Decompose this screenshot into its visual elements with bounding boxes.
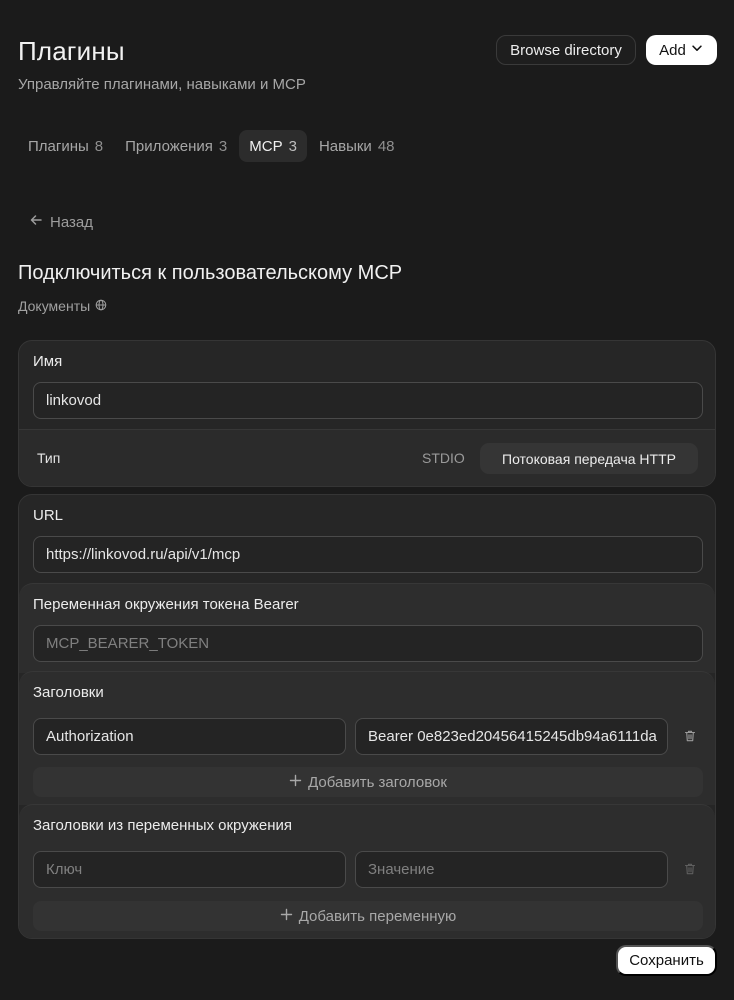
add-header-button[interactable]: Добавить заголовок [33,767,703,797]
bearer-label: Переменная окружения токена Bearer [33,596,299,613]
chevron-down-icon [690,41,704,59]
connection-card: URL https://linkovod.ru/api/v1/mcp Перем… [18,494,716,939]
env-headers-section: Заголовки из переменных окружения Ключ З… [19,804,715,938]
add-variable-button[interactable]: Добавить переменную [33,901,703,931]
headers-section: Заголовки Authorization Bearer 0e823ed20… [19,671,715,805]
tab-label: MCP [249,137,283,155]
trash-icon[interactable] [683,729,697,743]
tab-label: Навыки [318,137,372,155]
save-button[interactable]: Сохранить [616,945,717,976]
tab-label: Приложения [125,137,213,155]
browse-directory-button[interactable]: Browse directory [496,35,636,65]
browse-directory-label: Browse directory [510,41,622,59]
tab-skills[interactable]: Навыки 48 [309,130,405,162]
url-label: URL [33,507,64,524]
name-input[interactable]: linkovod [33,382,703,419]
type-option-http[interactable]: Потоковая передача HTTP [480,443,698,474]
tab-apps[interactable]: Приложения 3 [115,130,237,162]
env-key-input[interactable]: Ключ [33,851,346,888]
add-label: Add [659,41,686,59]
page-title: Плагины [18,36,125,66]
type-label: Тип [37,450,61,466]
plus-icon [289,774,302,791]
tab-mcp[interactable]: MCP 3 [239,130,307,162]
add-button[interactable]: Add [646,35,717,65]
plus-icon [280,908,293,925]
back-label: Назад [50,213,93,231]
bearer-token-input[interactable]: MCP_BEARER_TOKEN [33,625,703,662]
globe-icon [95,298,107,314]
tab-count: 48 [377,137,395,155]
tab-plugins[interactable]: Плагины 8 [18,130,113,162]
section-title: Подключиться к пользовательскому MCP [18,262,403,284]
env-value-input[interactable]: Значение [355,851,668,888]
headers-label: Заголовки [33,684,104,701]
tab-count: 3 [288,137,297,155]
url-input[interactable]: https://linkovod.ru/api/v1/mcp [33,536,703,573]
add-header-label: Добавить заголовок [308,773,447,791]
page-subtitle: Управляйте плагинами, навыками и MCP [18,76,306,93]
arrow-left-icon [28,212,44,232]
tab-count: 3 [218,137,228,155]
header-value-input[interactable]: Bearer 0e823ed20456415245db94a6111da [355,718,668,755]
trash-icon[interactable] [683,862,697,876]
tab-count: 8 [94,137,104,155]
tab-bar: Плагины 8 Приложения 3 MCP 3 Навыки 48 [18,130,407,162]
tab-label: Плагины [28,137,89,155]
save-label: Сохранить [629,952,704,969]
name-label: Имя [33,353,63,370]
header-key-input[interactable]: Authorization [33,718,346,755]
name-type-card: Имя linkovod Тип STDIO Потоковая передач… [18,340,716,487]
docs-link[interactable]: Документы [18,298,107,314]
back-link[interactable]: Назад [28,212,93,232]
type-row: Тип STDIO Потоковая передача HTTP [19,429,715,486]
docs-label: Документы [18,298,91,314]
type-option-stdio[interactable]: STDIO [422,450,465,466]
env-headers-label: Заголовки из переменных окружения [33,817,293,834]
add-variable-label: Добавить переменную [298,907,457,925]
bearer-section: Переменная окружения токена Bearer MCP_B… [19,583,715,673]
